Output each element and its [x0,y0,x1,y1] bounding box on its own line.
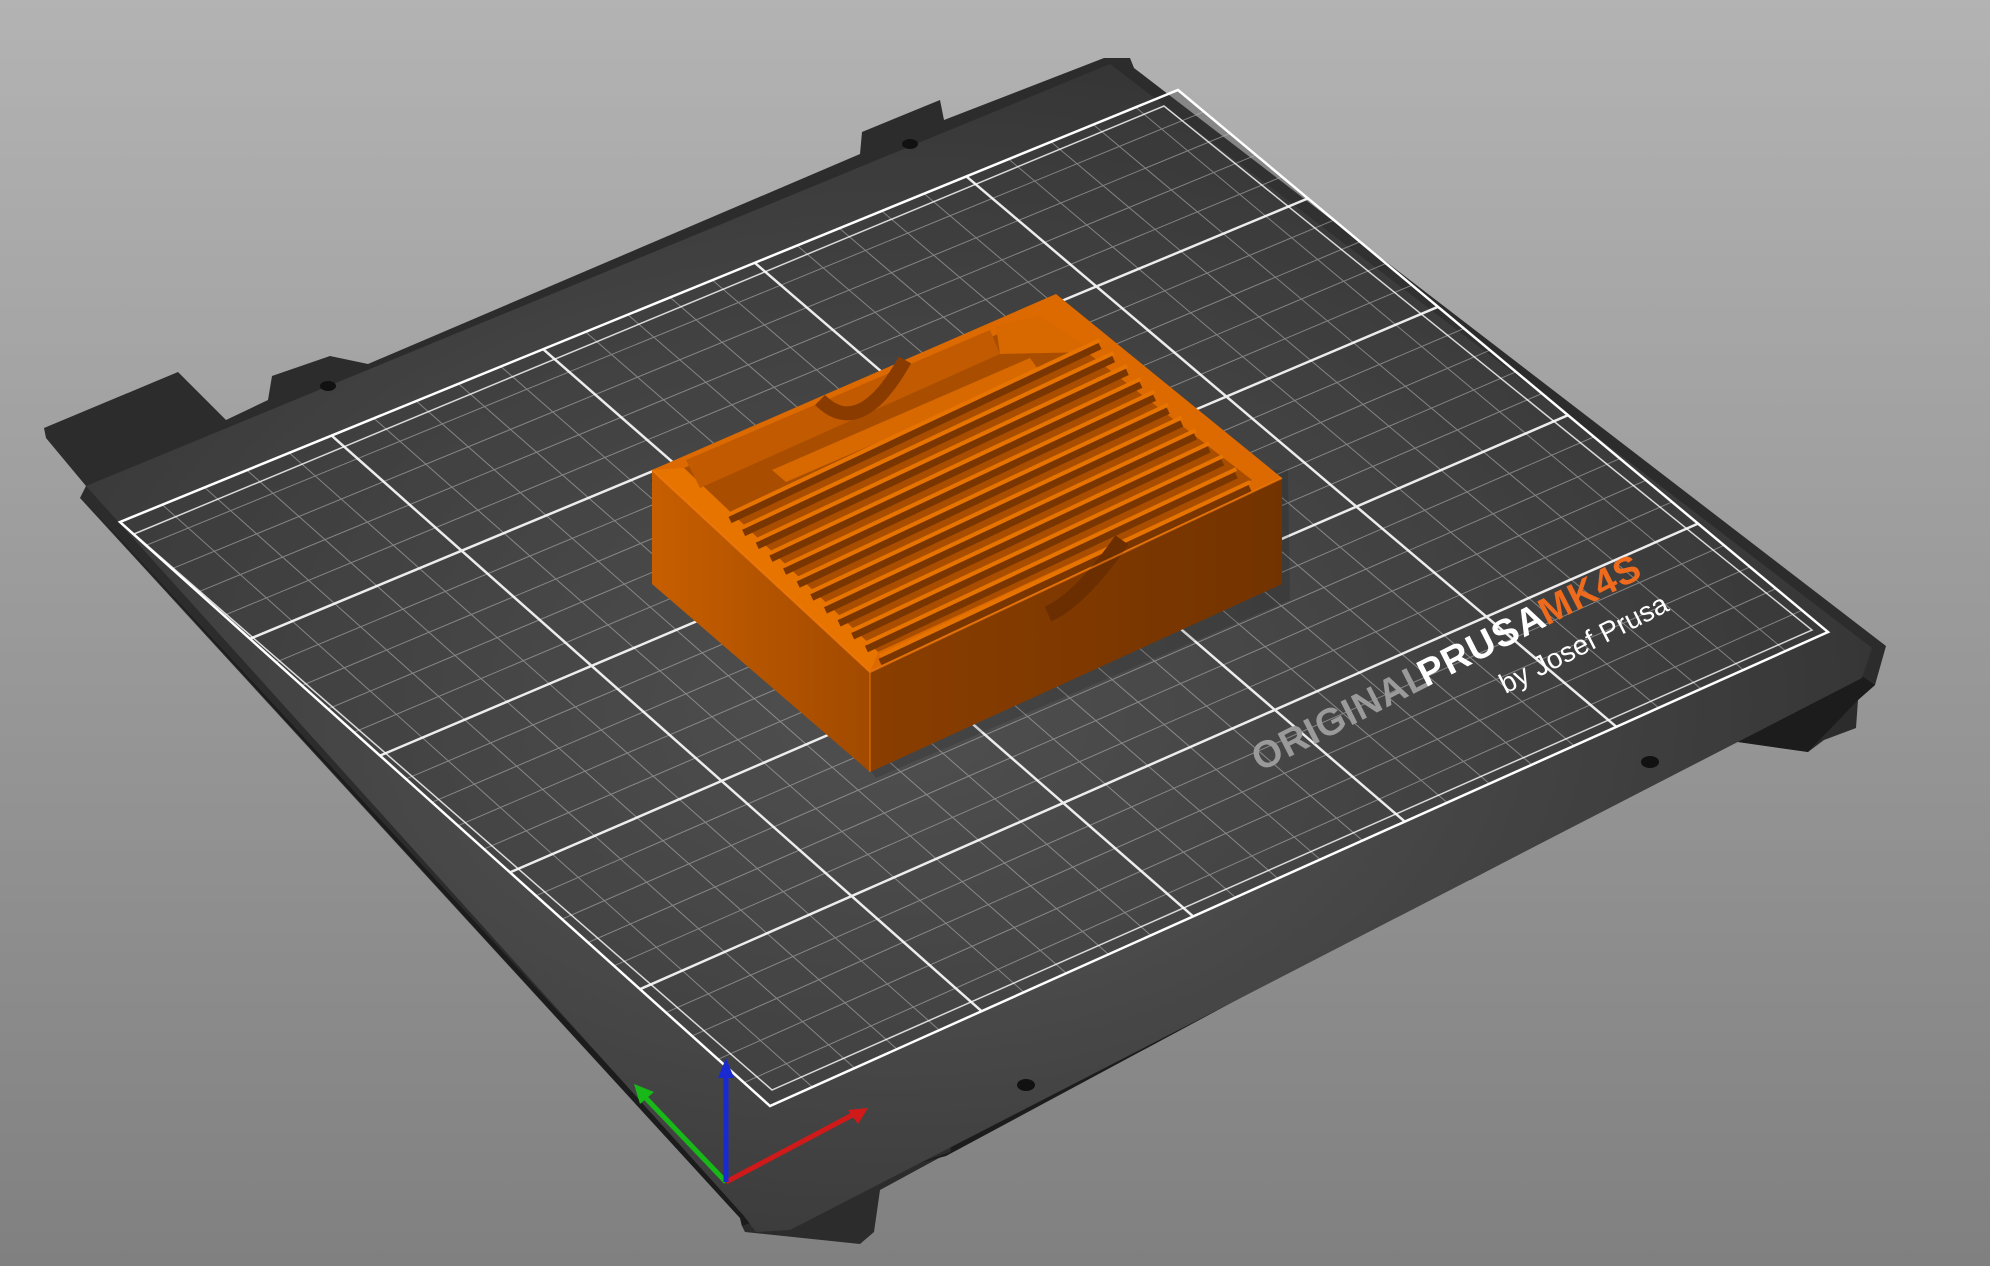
3d-viewport[interactable]: ORIGINAL PRUSA MK4S by Josef Prusa [0,0,1990,1266]
print-bed-scene[interactable]: ORIGINAL PRUSA MK4S by Josef Prusa [0,0,1990,1266]
